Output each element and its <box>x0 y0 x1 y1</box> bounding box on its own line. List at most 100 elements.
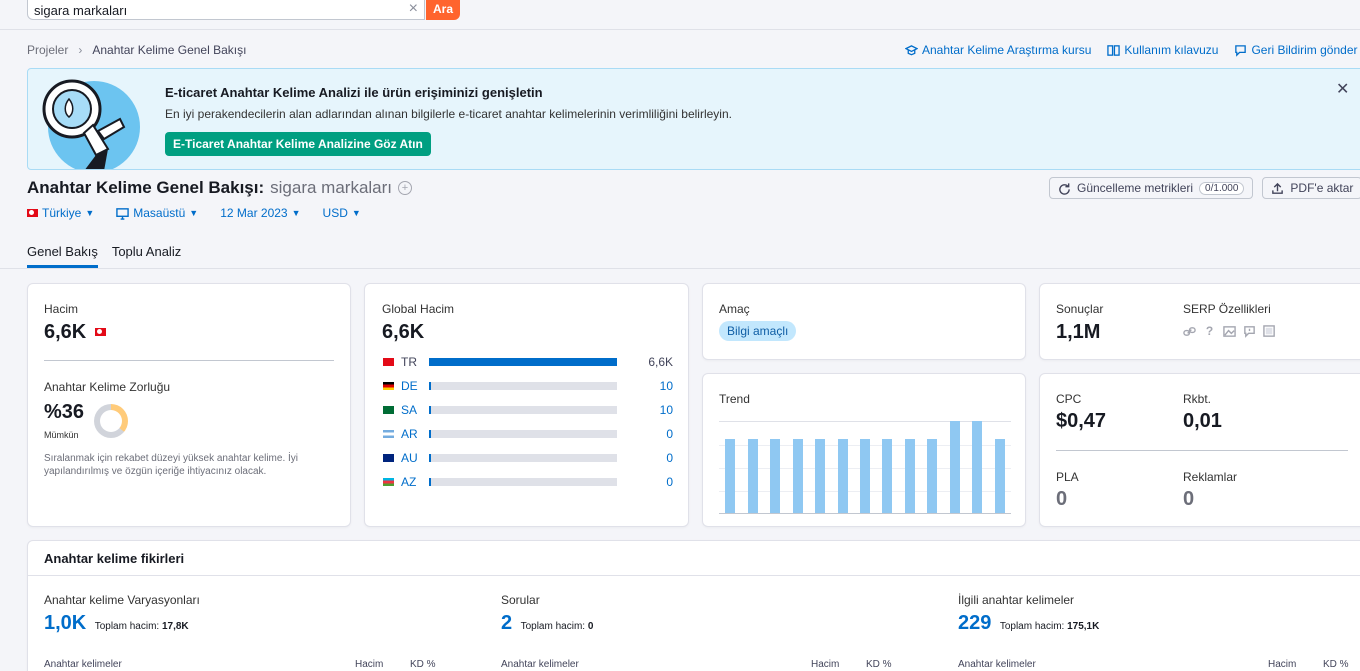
page-title-label: Anahtar Kelime Genel Bakışı: <box>27 178 265 197</box>
course-link-label: Anahtar Kelime Araştırma kursu <box>922 43 1092 57</box>
tab-bar: Genel Bakış Toplu Analiz <box>27 244 181 268</box>
gallery-icon <box>1263 325 1275 337</box>
clear-icon[interactable]: × <box>409 0 418 18</box>
country-volume: 0 <box>666 475 673 489</box>
feedback-link-label: Geri Bildirim gönder <box>1251 43 1358 57</box>
pla-label: PLA <box>1056 470 1079 484</box>
trend-bar[interactable] <box>949 421 960 513</box>
page-title: Anahtar Kelime Genel Bakışı: sigara mark… <box>27 178 413 198</box>
tab-overview[interactable]: Genel Bakış <box>27 244 98 268</box>
competition-value: 0,01 <box>1183 410 1222 432</box>
kd-value: %36 <box>44 401 85 423</box>
global-volume-row: DE 10 <box>383 378 675 394</box>
pla-value: 0 <box>1056 488 1068 510</box>
trend-bar[interactable] <box>882 439 893 513</box>
trend-bar[interactable] <box>725 439 736 513</box>
link-icon <box>1183 327 1196 336</box>
page-title-keyword: sigara markaları <box>270 178 393 197</box>
trend-bar[interactable] <box>747 439 758 513</box>
update-metrics-button[interactable]: Güncelleme metrikleri 0/1.000 <box>1049 177 1254 199</box>
trend-bar[interactable] <box>815 439 826 513</box>
results-label: Sonuçlar <box>1056 302 1104 316</box>
volume-share-bar <box>429 358 617 366</box>
col-header-kd[interactable]: KD % <box>1323 659 1349 670</box>
tabs-divider <box>0 268 1360 269</box>
trend-bar[interactable] <box>904 439 915 513</box>
currency-filter[interactable]: USD ▼ <box>323 206 361 220</box>
update-metrics-label: Güncelleme metrikleri <box>1077 181 1194 195</box>
book-icon <box>1107 44 1121 56</box>
country-code[interactable]: DE <box>401 379 429 393</box>
trend-bar[interactable] <box>792 439 803 513</box>
breadcrumb: Projeler › Anahtar Kelime Genel Bakışı <box>27 43 246 57</box>
volume-share-fill <box>429 478 431 486</box>
kd-donut-chart <box>94 404 128 438</box>
ideas-variations-count[interactable]: 1,0K <box>44 612 86 635</box>
country-code: TR <box>401 355 417 369</box>
trend-bar[interactable] <box>770 439 781 513</box>
volume-share-bar <box>429 382 617 390</box>
search-button[interactable]: Ara <box>426 0 460 20</box>
ideas-related-total: 175,1K <box>1067 621 1100 632</box>
kd-level: Mümkün <box>44 430 79 440</box>
col-header-volume[interactable]: Hacim <box>1268 659 1296 670</box>
plus-circle-icon[interactable]: + <box>398 181 413 195</box>
country-volume: 0 <box>666 427 673 441</box>
country-code[interactable]: AZ <box>401 475 429 489</box>
trend-bar[interactable] <box>972 421 983 513</box>
breadcrumb-projects[interactable]: Projeler <box>27 43 68 57</box>
search-input[interactable] <box>34 2 394 18</box>
volume-share-bar <box>429 478 617 486</box>
col-header-kd[interactable]: KD % <box>410 659 436 670</box>
trend-bar[interactable] <box>927 439 938 513</box>
col-header-volume[interactable]: Hacim <box>811 659 839 670</box>
ideas-related-count[interactable]: 229 <box>958 612 991 635</box>
trend-bar[interactable] <box>994 439 1005 513</box>
volume-share-fill <box>429 406 431 414</box>
global-volume-row: AR 0 <box>383 426 675 442</box>
banner-cta-button[interactable]: E-Ticaret Anahtar Kelime Analizine Göz A… <box>165 132 431 156</box>
chevron-down-icon: ▼ <box>291 208 301 218</box>
ideas-questions-count[interactable]: 2 <box>501 612 512 635</box>
volume-share-fill <box>429 382 431 390</box>
kd-note: Sıralanmak için rekabet düzeyi yüksek an… <box>44 453 299 477</box>
course-link[interactable]: Anahtar Kelime Araştırma kursu <box>905 43 1091 57</box>
global-volume-row: SA 10 <box>383 402 675 418</box>
filter-bar: Türkiye ▼ Masaüstü ▼ 12 Mar 2023 ▼ USD ▼ <box>27 206 361 220</box>
feedback-link[interactable]: Geri Bildirim gönder <box>1234 43 1358 57</box>
col-header-volume[interactable]: Hacim <box>355 659 383 670</box>
breadcrumb-current: Anahtar Kelime Genel Bakışı <box>92 43 247 57</box>
chevron-down-icon: ▼ <box>351 208 361 218</box>
date-filter[interactable]: 12 Mar 2023 ▼ <box>220 206 300 220</box>
search-box[interactable]: × <box>27 0 425 20</box>
az-flag-icon <box>383 478 394 486</box>
col-header-keywords: Anahtar kelimeler <box>958 659 1036 670</box>
chevron-down-icon: ▼ <box>85 208 95 218</box>
export-pdf-button[interactable]: PDF'e aktar <box>1262 177 1360 199</box>
serp-features-icons: ? <box>1183 325 1276 338</box>
volume-share-bar <box>429 454 617 462</box>
global-volume-card: Global Hacim 6,6K TR 6,6K DE 10 SA 10 AR 0 AU 0 AZ… <box>364 283 689 527</box>
device-filter[interactable]: Masaüstü ▼ <box>116 206 198 220</box>
country-code[interactable]: AR <box>401 427 429 441</box>
results-card: Sonuçlar 1,1M SERP Özellikleri ? <box>1039 283 1360 360</box>
ideas-questions-total: 0 <box>587 621 594 632</box>
country-code[interactable]: SA <box>401 403 429 417</box>
trend-bar[interactable] <box>837 439 848 513</box>
tab-bulk-analysis[interactable]: Toplu Analiz <box>112 244 181 268</box>
close-icon[interactable]: ✕ <box>1336 79 1349 99</box>
chevron-right-icon: › <box>78 43 83 57</box>
keyword-ideas-title: Anahtar kelime fikirleri <box>44 551 185 566</box>
sa-flag-icon <box>383 406 394 414</box>
col-header-kd[interactable]: KD % <box>866 659 892 670</box>
country-filter[interactable]: Türkiye ▼ <box>27 206 94 220</box>
global-volume-row: AZ 0 <box>383 474 675 490</box>
cpc-label: CPC <box>1056 392 1082 406</box>
country-code[interactable]: AU <box>401 451 429 465</box>
manual-link[interactable]: Kullanım kılavuzu <box>1107 43 1218 57</box>
date-filter-label: 12 Mar 2023 <box>220 206 288 220</box>
promo-banner: E-ticaret Anahtar Kelime Analizi ile ürü… <box>27 68 1360 170</box>
trend-bar[interactable] <box>860 439 870 513</box>
competition-label: Rkbt. <box>1183 392 1212 406</box>
ideas-related: İlgili anahtar kelimeler 229 Toplam haci… <box>958 593 1358 635</box>
